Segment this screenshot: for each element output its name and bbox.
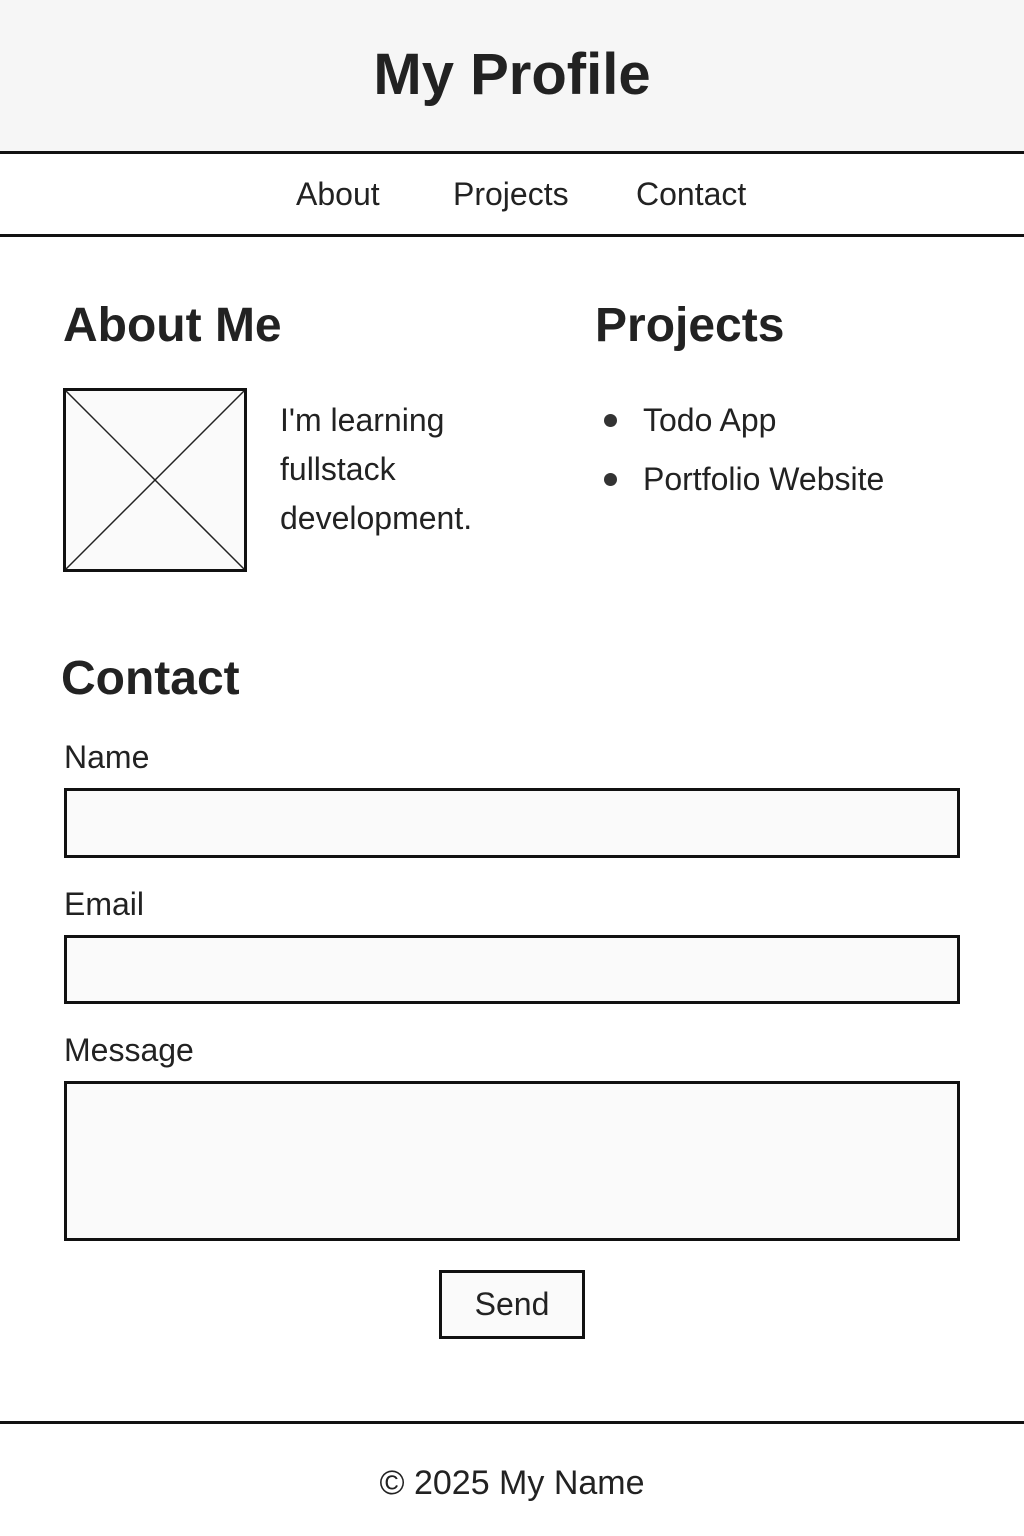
projects-heading: Projects — [595, 299, 785, 352]
nav-link-contact[interactable]: Contact — [636, 175, 746, 213]
project-label: Todo App — [643, 402, 777, 438]
page-title: My Profile — [373, 42, 651, 107]
name-label: Name — [64, 739, 150, 775]
placeholder-image-icon — [63, 388, 247, 572]
email-input[interactable] — [64, 935, 960, 1004]
message-label: Message — [64, 1032, 194, 1068]
project-label: Portfolio Website — [643, 461, 885, 497]
name-input[interactable] — [64, 788, 960, 858]
contact-heading: Contact — [61, 652, 240, 705]
main-nav: About Projects Contact — [0, 151, 1024, 237]
about-heading: About Me — [63, 299, 282, 352]
send-button[interactable]: Send — [439, 1270, 585, 1339]
nav-link-about[interactable]: About — [296, 175, 380, 213]
footer-divider — [0, 1421, 1024, 1424]
bullet-icon — [604, 414, 617, 427]
page-header: My Profile — [0, 0, 1024, 152]
about-text: I'm learning fullstack development. — [280, 402, 473, 536]
nav-link-projects[interactable]: Projects — [453, 175, 569, 213]
footer-copyright: © 2025 My Name — [379, 1464, 645, 1502]
bullet-icon — [604, 473, 617, 486]
email-label: Email — [64, 886, 145, 922]
message-textarea[interactable] — [64, 1081, 960, 1241]
